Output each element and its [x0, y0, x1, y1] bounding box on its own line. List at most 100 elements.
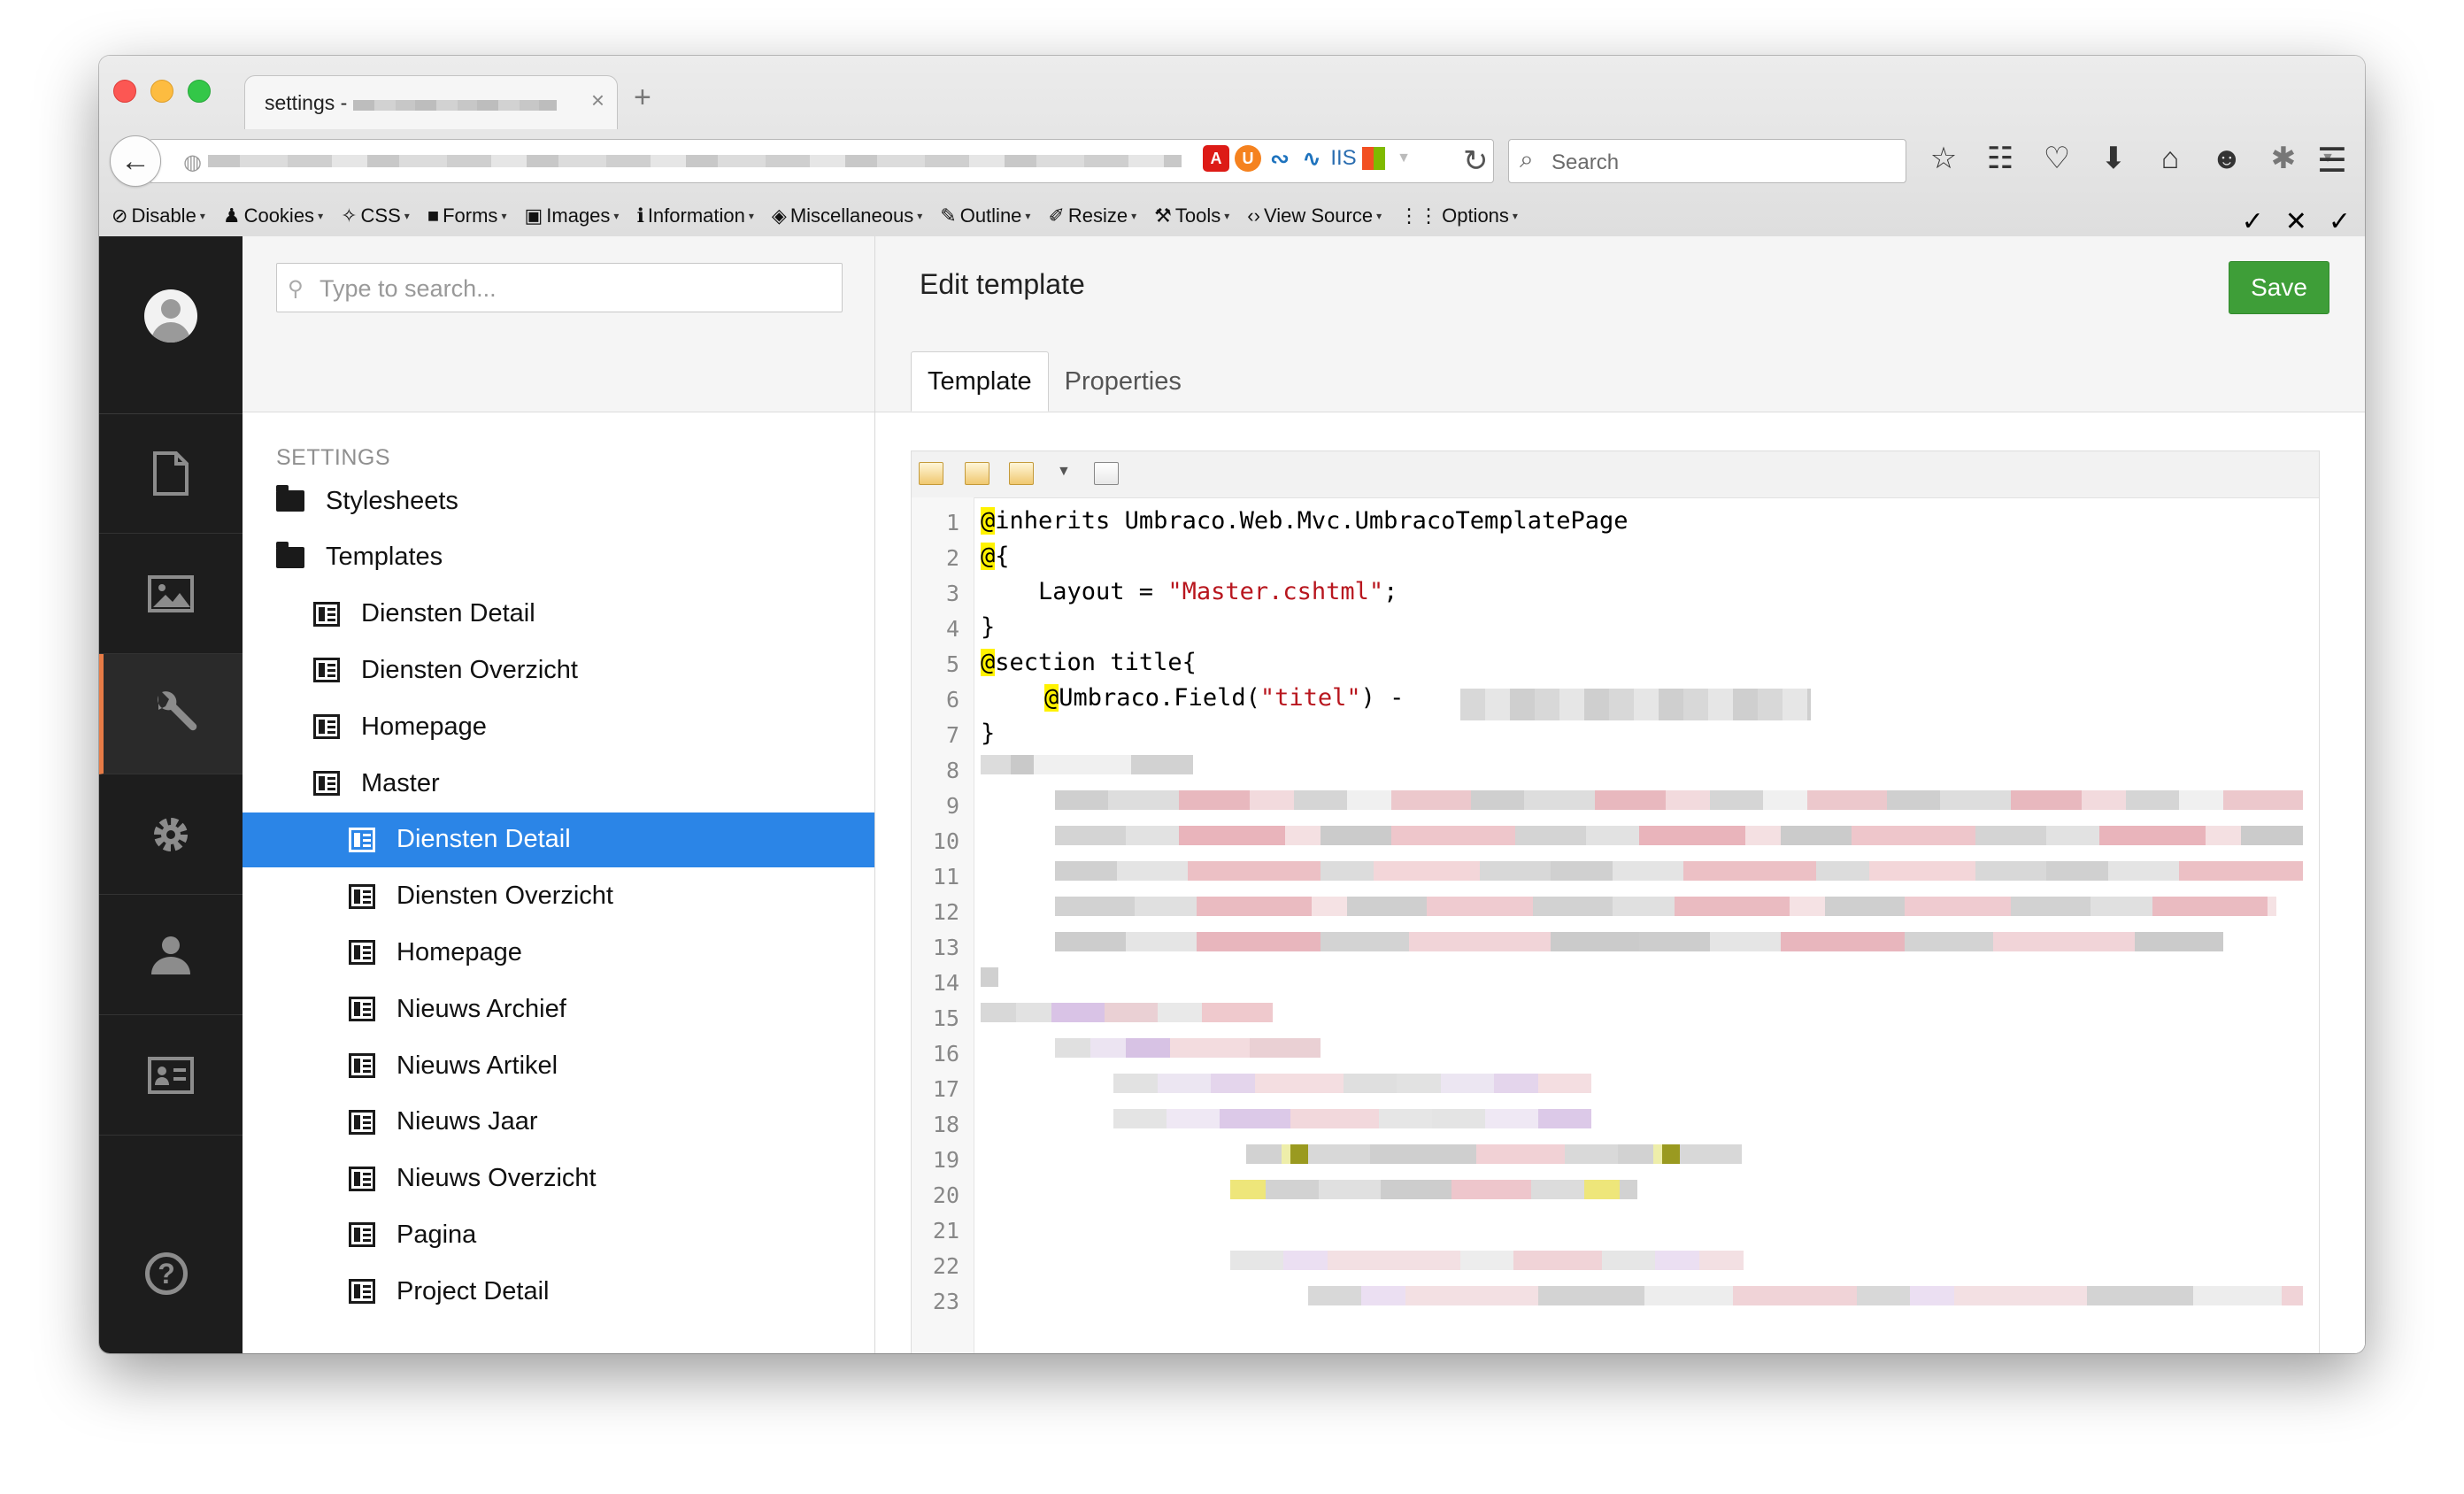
- caret-down-icon: ▾: [748, 210, 754, 222]
- code-area[interactable]: @inherits Umbraco.Web.Mvc.UmbracoTemplat…: [981, 497, 2308, 1353]
- devbar-menu-cookies[interactable]: ♟ Cookies ▾: [223, 204, 323, 227]
- tab-template[interactable]: Template: [911, 351, 1049, 412]
- umbraco-icon[interactable]: U: [1235, 145, 1261, 172]
- devbar-menu-images[interactable]: ▣ Images ▾: [524, 204, 619, 227]
- caret-down-icon: ▾: [1512, 210, 1518, 222]
- devbar-menu-label: Images: [546, 204, 611, 227]
- line-number: 4: [945, 616, 959, 642]
- devbar-menu-resize[interactable]: ✐ Resize ▾: [1048, 204, 1136, 227]
- tree-node-templates[interactable]: Templates: [243, 530, 874, 585]
- devbar-menu-tools[interactable]: ⚒ Tools ▾: [1154, 204, 1229, 227]
- tree-node-label: Homepage: [397, 937, 522, 966]
- devbar-menu-css[interactable]: ✧ CSS ▾: [341, 204, 410, 227]
- bookmark-star-icon[interactable]: ☆: [1921, 134, 1967, 183]
- iis-icon[interactable]: IIS: [1330, 145, 1357, 172]
- tree-node-nieuws-archief[interactable]: Nieuws Archief: [243, 982, 874, 1036]
- reading-list-icon[interactable]: ☷: [1977, 134, 2023, 183]
- line-number: 20: [932, 1182, 959, 1208]
- tree-node-diensten-detail[interactable]: Diensten Detail: [243, 812, 874, 867]
- minimize-window-button[interactable]: [150, 80, 173, 103]
- tree-header: ⚲: [243, 236, 874, 412]
- tree-node-stylesheets[interactable]: Stylesheets: [243, 474, 874, 528]
- insert-macro-icon[interactable]: [965, 462, 989, 485]
- tree-node-project-detail[interactable]: Project Detail: [243, 1264, 874, 1319]
- tree-node-homepage[interactable]: Homepage: [243, 699, 874, 754]
- save-button[interactable]: Save: [2229, 261, 2329, 314]
- firebug-icon[interactable]: ✱: [2260, 134, 2306, 183]
- tree-node-nieuws-overzicht[interactable]: Nieuws Overzicht: [243, 1151, 874, 1206]
- devbar-menu-view-source[interactable]: ‹› View Source ▾: [1247, 204, 1382, 227]
- hamburger-menu-icon[interactable]: ☰: [2317, 141, 2347, 181]
- browser-tab[interactable]: settings - ×: [244, 75, 618, 129]
- redacted-code: [981, 1003, 1273, 1022]
- user-avatar-area: [99, 236, 243, 414]
- devbar-menu-miscellaneous[interactable]: ◈ Miscellaneous ▾: [772, 204, 922, 227]
- check-icon[interactable]: ✓: [2329, 206, 2351, 237]
- sliders-icon: ⋮⋮: [1399, 204, 1439, 227]
- template-icon: [349, 940, 375, 966]
- devbar-menu-information[interactable]: ℹ Information ▾: [636, 204, 753, 227]
- user-icon: [151, 936, 190, 974]
- n-icon[interactable]: ∿: [1298, 145, 1325, 172]
- chevron-down-icon[interactable]: ▼: [1057, 464, 1071, 480]
- dropdown-arrow-icon[interactable]: ▼: [1390, 145, 1417, 172]
- tree-node-diensten-detail[interactable]: Diensten Detail: [243, 587, 874, 642]
- tree-node-nieuws-jaar[interactable]: Nieuws Jaar: [243, 1095, 874, 1150]
- windows-icon[interactable]: [1362, 147, 1385, 170]
- wave-icon[interactable]: ∾: [1267, 145, 1293, 172]
- chat-icon[interactable]: ☻: [2204, 134, 2250, 183]
- navigation-bar: ◍ A U ∾ ∿ IIS ▼ ↻ ← ⌕ Search ☆ ☷ ♡ ⬇ ⌂ ☻…: [99, 128, 2365, 196]
- devbar-menu-options[interactable]: ⋮⋮ Options ▾: [1399, 204, 1518, 227]
- tree-node-label: Templates: [326, 543, 443, 572]
- maximize-window-button[interactable]: [188, 80, 211, 103]
- angular-icon[interactable]: A: [1203, 145, 1229, 172]
- tree-node-homepage[interactable]: Homepage: [243, 925, 874, 980]
- editor-tabs: Template Properties: [911, 351, 1197, 412]
- tree-node-pagina[interactable]: Pagina: [243, 1207, 874, 1262]
- tab-properties[interactable]: Properties: [1049, 351, 1197, 412]
- avatar[interactable]: [144, 289, 197, 343]
- line-number: 10: [932, 828, 959, 854]
- devbar-menu-disable[interactable]: ⊘ Disable ▾: [112, 204, 205, 227]
- umbraco-app: ? ⚲ SETTINGS Stylesheets Templates Dienste…: [99, 236, 2365, 1353]
- close-tab-icon[interactable]: ×: [591, 87, 604, 114]
- insert-field-icon[interactable]: [919, 462, 943, 485]
- devbar-menu-outline[interactable]: ✎ Outline ▾: [940, 204, 1030, 227]
- tree-node-master[interactable]: Master: [243, 756, 874, 811]
- insert-section-icon[interactable]: [1094, 462, 1119, 485]
- pocket-icon[interactable]: ♡: [2034, 134, 2080, 183]
- members-section-button[interactable]: [99, 1015, 243, 1136]
- code-editor[interactable]: ▼ 1 2 3 4 5 6 7 8 9 10 11 12 13 14 15 16 17 18 19 20 21 22 23 …: [911, 451, 2320, 1353]
- cross-icon[interactable]: ✕: [2285, 206, 2307, 237]
- check-icon[interactable]: ✓: [2242, 206, 2264, 237]
- insert-dictionary-icon[interactable]: [1009, 462, 1034, 485]
- devbar-menu-label: Disable: [131, 204, 196, 227]
- help-icon[interactable]: ?: [145, 1252, 188, 1295]
- redacted-code: [1055, 897, 2276, 916]
- download-icon[interactable]: ⬇: [2091, 134, 2137, 183]
- back-arrow-icon: ←: [120, 143, 150, 178]
- users-section-button[interactable]: [99, 895, 243, 1015]
- line-number: 6: [945, 687, 959, 712]
- tree-search-box[interactable]: ⚲: [276, 263, 843, 312]
- tree-node-diensten-overzicht[interactable]: Diensten Overzicht: [243, 643, 874, 697]
- developer-section-button[interactable]: [99, 774, 243, 895]
- content-section-button[interactable]: [99, 413, 243, 534]
- tree-node-nieuws-artikel[interactable]: Nieuws Artikel: [243, 1038, 874, 1093]
- settings-section-button[interactable]: [99, 654, 243, 774]
- tree-search-input[interactable]: [318, 271, 817, 306]
- back-button[interactable]: ←: [110, 135, 161, 187]
- reload-icon[interactable]: ↻: [1463, 143, 1489, 179]
- home-icon[interactable]: ⌂: [2147, 134, 2193, 183]
- media-section-button[interactable]: [99, 534, 243, 654]
- search-box[interactable]: ⌕ Search: [1508, 139, 1906, 183]
- close-window-button[interactable]: [113, 80, 136, 103]
- redacted-code: [1055, 932, 2223, 951]
- pencil-icon: ✎: [940, 204, 957, 227]
- tree-node-diensten-overzicht[interactable]: Diensten Overzicht: [243, 869, 874, 924]
- devbar-menu-forms[interactable]: ■ Forms ▾: [427, 204, 507, 227]
- url-bar[interactable]: ◍ A U ∾ ∿ IIS ▼ ↻: [149, 139, 1494, 183]
- devbar-menu-label: Outline: [959, 204, 1022, 227]
- caret-down-icon: ▾: [613, 210, 620, 222]
- new-tab-icon[interactable]: +: [634, 81, 651, 115]
